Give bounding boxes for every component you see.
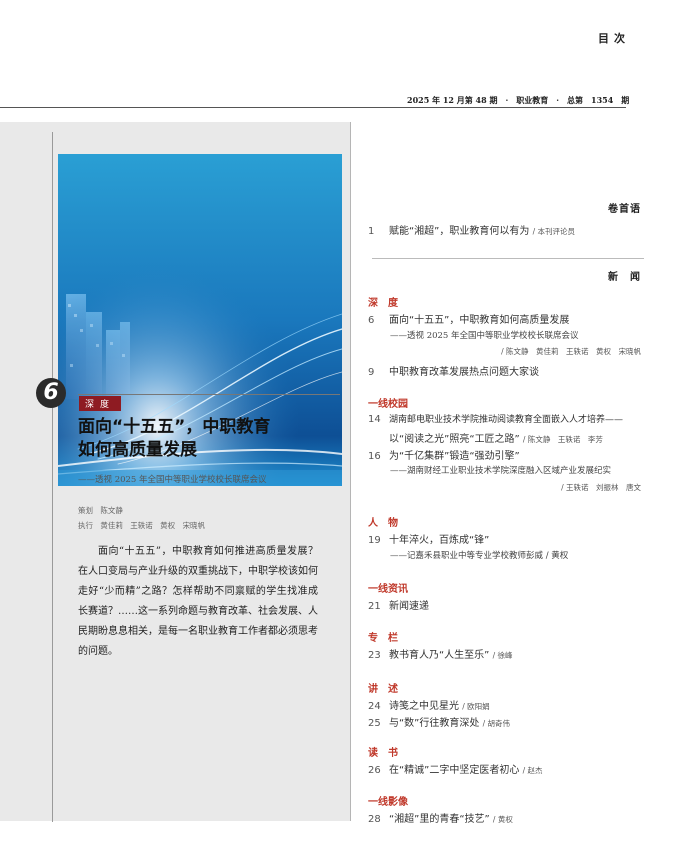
entry-author: / 胡奇伟 [482,719,510,728]
entry-page: 24 [368,701,381,712]
panel-divider [52,132,53,822]
planning-names: 陈文静 [100,506,123,515]
exec-label: 执行 [78,521,93,530]
feature-title: 面向“十五五”，中职教育 如何高质量发展 [78,416,342,462]
feature-title-line-2: 如何高质量发展 [78,440,197,460]
toc-entry-28[interactable]: 28 “湘超”里的青春“技艺” / 黄权 [368,810,513,825]
category-campus: 一线校园 [368,399,408,410]
entry-page: 9 [368,367,375,378]
category-info: 一线资讯 [368,584,408,595]
section-preface: 卷首语 [608,204,641,215]
exec-name: 宋晓帆 [182,521,206,530]
toc-entry-21[interactable]: 21 新闻速递 [368,597,429,612]
feature-credits: 策划 陈文静 执行 黄佳莉 王轶诺 黄权 宋晓帆 [78,503,210,533]
entry-title: 面向“十五五”，中职教育如何高质量发展 [389,315,570,326]
entry-author: / 欧阳娟 [462,702,490,711]
toc-entry-24[interactable]: 24 诗笺之中见星光 / 欧阳娟 [368,697,490,712]
entry-page: 1 [368,226,375,237]
entry-page: 6 [368,315,375,326]
entry-title: 十年淬火，百炼成“锋” [389,535,490,546]
exec-name: 黄权 [160,521,176,530]
panel-border [350,122,351,821]
entry-subtitle: ——记嘉禾县职业中等专业学校教师彭威 / 黄权 [390,549,568,561]
category-image: 一线影像 [368,797,408,808]
entry-page: 19 [368,535,381,546]
entry-title-cont: 以“阅读之光”照亮“工匠之路” / 陈文静 王轶诺 李芳 [389,430,603,445]
section-rule [372,258,644,259]
entry-author: / 黄权 [545,551,569,561]
entry-page: 23 [368,650,381,661]
toc-entry-9[interactable]: 9 中职教育改革发展热点问题大家谈 [368,363,539,378]
entry-author: / 本刊评论员 [532,227,575,236]
issue-info: 2025 年 12 月第 48 期 · 职业教育 · 总第 1354 期 [407,95,630,105]
entry-page: 21 [368,601,381,612]
entry-author: / 陈文静 黄佳莉 王轶诺 黄权 宋晓帆 [501,347,641,356]
feature-body: 面向“十五五”，中职教育如何推进高质量发展？在人口变局与产业升级的双重挑战下，中… [78,546,318,657]
entry-page: 26 [368,765,381,776]
entry-title: “湘超”里的青春“技艺” [389,814,490,825]
entry-subtitle: ——透视 2025 年全国中等职业学校校长联席会议 [390,331,579,341]
feature-subtitle: ——透视 2025 年全国中等职业学校校长联席会议 [78,475,267,485]
entry-author: / 王轶诺 刘振林 唐文 [561,483,641,492]
category-reading: 读书 [368,748,408,759]
toc-title: 目次 [598,32,630,45]
entry-page: 28 [368,814,381,825]
toc-entry-1[interactable]: 1 赋能“湘超”，职业教育何以有为 / 本刊评论员 [368,222,575,237]
entry-title: 赋能“湘超”，职业教育何以有为 [389,226,530,237]
entry-title: 教书育人乃“人生至乐” [389,650,490,661]
entry-author: / 黄权 [492,815,513,824]
toc-entry-23[interactable]: 23 教书育人乃“人生至乐” / 徐峰 [368,646,512,661]
feature-title-line-1: 面向“十五五”，中职教育 [78,417,271,437]
feature-tag: 深度 [79,396,122,411]
exec-name: 黄佳莉 [100,521,123,530]
entry-page: 25 [368,718,381,729]
category-depth: 深度 [368,298,408,309]
toc-entry-19[interactable]: 19 十年淬火，百炼成“锋” [368,531,489,546]
toc-entry-6[interactable]: 6 面向“十五五”，中职教育如何高质量发展 [368,311,569,326]
exec-name: 王轶诺 [130,521,153,530]
toc-entry-25[interactable]: 25 与“数”行往教育深处 / 胡奇伟 [368,714,510,729]
entry-title: 中职教育改革发展热点问题大家谈 [389,367,539,378]
entry-title: 诗笺之中见星光 [389,701,459,712]
category-people: 人物 [368,518,408,529]
toc-entry-16[interactable]: 16 为“千亿集群”锻造“强劲引擎” [368,447,520,462]
planning-label: 策划 [78,506,93,515]
entry-author: / 陈文静 王轶诺 李芳 [522,435,603,444]
category-lecture: 讲述 [368,684,408,695]
entry-subtitle-text: ——记嘉禾县职业中等专业学校教师彭威 [390,551,544,561]
entry-title-line-2: 以“阅读之光”照亮“工匠之路” [389,434,520,445]
toc-entry-14[interactable]: 14 湖南邮电职业技术学院推动阅读教育全面嵌入人才培养—— [368,412,623,425]
entry-author: / 徐峰 [492,651,513,660]
entry-page: 16 [368,451,381,462]
feature-rule [78,394,340,395]
section-news: 新 闻 [608,272,641,283]
entry-title: 与“数”行往教育深处 [389,718,480,729]
entry-page: 14 [368,414,381,425]
category-column: 专栏 [368,633,408,644]
feature-panel [0,122,351,822]
entry-title: 为“千亿集群”锻造“强劲引擎” [389,451,520,462]
entry-title: 湖南邮电职业技术学院推动阅读教育全面嵌入人才培养—— [389,415,624,425]
entry-author: / 赵杰 [522,766,543,775]
toc-entry-26[interactable]: 26 在“精诚”二字中坚定医者初心 / 赵杰 [368,761,542,776]
header-rule [0,107,626,108]
entry-subtitle: ——湖南财经工业职业技术学院深度融入区域产业发展纪实 [390,466,612,476]
entry-title: 新闻速递 [389,601,429,612]
entry-title: 在“精诚”二字中坚定医者初心 [389,765,520,776]
feature-page-number: 6 [36,378,66,408]
